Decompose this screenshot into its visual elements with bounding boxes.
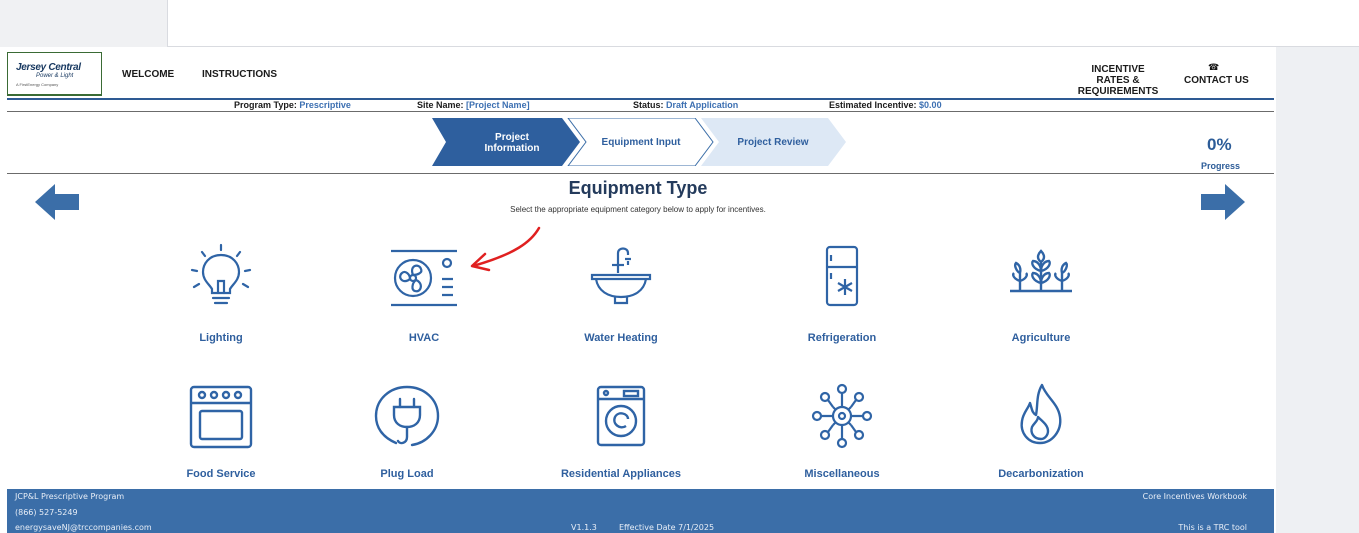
step-equipment-input[interactable]: Equipment Input bbox=[586, 118, 696, 166]
site-name-value: [Project Name] bbox=[466, 100, 530, 110]
nav-rates-line1: INCENTIVE RATES & bbox=[1091, 64, 1145, 86]
site-name-label: Site Name: bbox=[417, 100, 464, 110]
tile-water-heating[interactable]: Water Heating bbox=[546, 243, 696, 353]
jcpl-logo: Jersey Central Power & Light A FirstEner… bbox=[7, 52, 102, 96]
footer-email[interactable]: energysaveNJ@trccompanies.com bbox=[15, 523, 152, 532]
tile-label: Refrigeration bbox=[807, 332, 877, 344]
tile-label: Plug Load bbox=[380, 468, 434, 480]
flame-icon bbox=[1020, 383, 1062, 445]
nav-rates-line2: REQUIREMENTS bbox=[1077, 86, 1159, 97]
tile-lighting[interactable]: Lighting bbox=[146, 243, 296, 353]
workbook-window: { "header": { "logo_name": "Jersey Centr… bbox=[0, 0, 1359, 533]
tile-label: Water Heating bbox=[584, 332, 658, 344]
page-title: Equipment Type bbox=[568, 178, 708, 198]
tile-agriculture[interactable]: Agriculture bbox=[966, 243, 1116, 353]
washing-machine-icon bbox=[596, 385, 646, 447]
faucet-sink-icon bbox=[590, 247, 652, 305]
program-type-label: Program Type: bbox=[234, 100, 297, 110]
status-label: Status: bbox=[633, 100, 664, 110]
status: Status: Draft Application bbox=[633, 100, 738, 110]
refrigerator-icon bbox=[825, 245, 859, 307]
footer-tool: This is a TRC tool bbox=[1178, 523, 1247, 532]
steps-divider bbox=[7, 173, 1274, 174]
step-project-review[interactable]: Project Review bbox=[718, 118, 828, 166]
oven-icon bbox=[189, 385, 253, 449]
info-divider bbox=[7, 111, 1274, 112]
plug-icon bbox=[374, 385, 440, 447]
sheet-tab[interactable] bbox=[0, 0, 168, 47]
program-type: Program Type: Prescriptive bbox=[234, 100, 351, 110]
network-gear-icon bbox=[811, 383, 873, 449]
sheet-tab-strip bbox=[0, 0, 1359, 47]
light-bulb-icon bbox=[190, 243, 252, 305]
footer-phone: (866) 527-5249 bbox=[15, 508, 78, 517]
tile-label: Food Service bbox=[186, 468, 256, 480]
nav-instructions[interactable]: INSTRUCTIONS bbox=[202, 69, 277, 80]
step2-label: Equipment Input bbox=[601, 137, 681, 148]
tile-refrigeration[interactable]: Refrigeration bbox=[767, 243, 917, 353]
tile-plug-load[interactable]: Plug Load bbox=[332, 383, 482, 493]
hvac-unit-icon bbox=[391, 249, 457, 307]
tile-decarbonization[interactable]: Decarbonization bbox=[966, 383, 1116, 493]
tile-label: HVAC bbox=[408, 332, 440, 344]
tile-label: Lighting bbox=[199, 332, 243, 344]
tile-residential-appliances[interactable]: Residential Appliances bbox=[546, 383, 696, 493]
step-project-information[interactable]: Project Information bbox=[452, 118, 572, 166]
phone-icon: ☎ bbox=[1208, 62, 1220, 72]
tile-label: Decarbonization bbox=[998, 468, 1084, 480]
progress-value: 0% bbox=[1207, 135, 1232, 154]
annotation-arrow-icon bbox=[470, 226, 541, 272]
program-type-value: Prescriptive bbox=[299, 100, 351, 110]
step1-line2: Information bbox=[484, 143, 540, 154]
status-value: Draft Application bbox=[666, 100, 739, 110]
logo-sub: Power & Light bbox=[36, 73, 74, 79]
tile-label: Miscellaneous bbox=[804, 468, 880, 480]
estimated-label: Estimated Incentive: bbox=[829, 100, 917, 110]
tile-label: Residential Appliances bbox=[560, 468, 682, 480]
step1-line1: Project bbox=[495, 132, 529, 143]
footer-version: V1.1.3 bbox=[571, 523, 597, 532]
tile-miscellaneous[interactable]: Miscellaneous bbox=[767, 383, 917, 493]
nav-welcome[interactable]: WELCOME bbox=[122, 69, 174, 80]
page-subtitle: Select the appropriate equipment categor… bbox=[510, 205, 766, 214]
logo-name: Jersey Central bbox=[16, 62, 81, 73]
footer-effective-date: Effective Date 7/1/2025 bbox=[619, 523, 715, 532]
wheat-icon bbox=[1010, 249, 1072, 293]
site-name: Site Name: [Project Name] bbox=[417, 100, 530, 110]
footer-program: JCP&L Prescriptive Program bbox=[15, 492, 125, 501]
nav-contact-us[interactable]: CONTACT US bbox=[1184, 75, 1249, 86]
estimated-incentive: Estimated Incentive: $0.00 bbox=[829, 100, 942, 110]
footer: JCP&L Prescriptive Program (866) 527-524… bbox=[7, 489, 1274, 533]
logo-company: A FirstEnergy Company bbox=[16, 82, 59, 87]
nav-incentive-rates[interactable]: INCENTIVE RATES & REQUIREMENTS bbox=[1074, 64, 1162, 97]
footer-workbook: Core Incentives Workbook bbox=[1142, 492, 1247, 501]
tile-food-service[interactable]: Food Service bbox=[146, 383, 296, 493]
step3-label: Project Review bbox=[737, 137, 809, 148]
progress-label: Progress bbox=[1201, 161, 1241, 171]
estimated-value: $0.00 bbox=[919, 100, 942, 110]
tile-label: Agriculture bbox=[1011, 332, 1071, 344]
right-side-panel bbox=[1276, 47, 1359, 533]
